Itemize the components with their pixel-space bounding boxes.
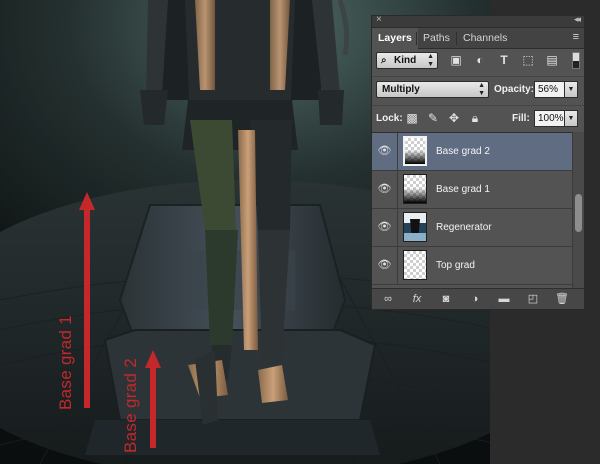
layer-thumbnail xyxy=(403,250,427,280)
layer-name: Base grad 2 xyxy=(436,146,490,157)
link-icon[interactable]: ∞ xyxy=(380,292,396,306)
layers-list: 👁︎ Base grad 2 👁︎ Base grad 1 👁︎ Regener… xyxy=(372,132,572,290)
group-folder-icon[interactable]: ▬ xyxy=(496,292,512,306)
search-icon: ⌕ xyxy=(381,55,387,66)
panel-footer: ∞ fx ◙ ◑ ▬ ◰ 🗑︎ xyxy=(372,288,584,309)
close-icon[interactable]: × xyxy=(376,14,382,25)
panel-titlebar[interactable]: × ◂◂ xyxy=(372,14,584,28)
updown-icon: ▲ ▼ xyxy=(427,53,434,68)
trash-icon[interactable]: 🗑︎ xyxy=(554,292,570,306)
tab-channels[interactable]: Channels xyxy=(457,28,513,48)
layer-thumbnail xyxy=(403,136,427,166)
layer-row-base-grad-1[interactable]: 👁︎ Base grad 1 xyxy=(372,171,572,209)
filter-shape-icon[interactable]: ⬚ xyxy=(520,53,536,68)
lock-all-icon[interactable]: 🔒︎ xyxy=(468,111,482,125)
layer-name: Base grad 1 xyxy=(436,184,490,195)
layer-name: Top grad xyxy=(436,260,475,271)
layers-scrollbar[interactable] xyxy=(572,132,584,289)
lock-transparency-icon[interactable]: ▩ xyxy=(405,111,419,125)
arrow1-shaft xyxy=(84,208,90,408)
layers-panel: × ◂◂ Layers Paths Channels ≡ ⌕ Kind ▲ ▼ ▣… xyxy=(371,14,585,310)
fill-label: Fill: xyxy=(512,113,530,124)
lock-position-icon[interactable]: ✥ xyxy=(447,111,461,125)
arrow2-label: Base grad 2 xyxy=(121,358,140,453)
layer-row-top-grad[interactable]: 👁︎ Top grad xyxy=(372,247,572,285)
lock-brush-icon[interactable]: ✎ xyxy=(426,111,440,125)
adjustment-icon[interactable]: ◑ xyxy=(467,292,483,306)
opacity-label: Opacity: xyxy=(494,84,535,95)
layer-thumbnail xyxy=(403,174,427,204)
arrow1-label: Base grad 1 xyxy=(56,315,75,410)
layer-row-base-grad-2[interactable]: 👁︎ Base grad 2 xyxy=(372,133,572,171)
filter-pixel-icon[interactable]: ▣ xyxy=(448,53,464,68)
fill-input[interactable]: 100% ▼ xyxy=(534,110,578,127)
layer-row-regenerator[interactable]: 👁︎ Regenerator xyxy=(372,209,572,247)
filter-toggle[interactable] xyxy=(572,52,580,69)
mask-icon[interactable]: ◙ xyxy=(438,292,454,306)
visibility-eye-icon[interactable]: 👁︎ xyxy=(372,171,398,208)
panel-menu-icon[interactable]: ≡ xyxy=(573,31,579,43)
opacity-value: 56% xyxy=(538,84,559,95)
blend-mode-select[interactable]: Multiply ▲ ▼ xyxy=(376,81,489,98)
scrollbar-thumb[interactable] xyxy=(575,194,582,232)
collapse-icon[interactable]: ◂◂ xyxy=(574,14,581,25)
updown-icon: ▲ ▼ xyxy=(478,82,485,97)
filter-kind-select[interactable]: ⌕ Kind ▲ ▼ xyxy=(376,52,438,69)
chevron-down-icon[interactable]: ▼ xyxy=(564,81,578,98)
new-layer-icon[interactable]: ◰ xyxy=(525,292,541,306)
visibility-eye-icon[interactable]: 👁︎ xyxy=(372,133,398,170)
blend-row: Multiply ▲ ▼ Opacity: 56% ▼ xyxy=(372,76,584,101)
visibility-eye-icon[interactable]: 👁︎ xyxy=(372,209,398,246)
lock-row: Lock: ▩ ✎ ✥ 🔒︎ Fill: 100% ▼ xyxy=(372,105,584,130)
tab-layers[interactable]: Layers xyxy=(372,28,418,49)
panel-tabs: Layers Paths Channels ≡ xyxy=(372,28,584,49)
layer-filter-row: ⌕ Kind ▲ ▼ ▣ ◐ T ⬚ ▤ xyxy=(372,49,584,75)
filter-smart-object-icon[interactable]: ▤ xyxy=(544,53,560,68)
lock-label: Lock: xyxy=(376,113,403,124)
filter-kind-label: Kind xyxy=(394,55,417,66)
arrow2-shaft xyxy=(150,366,156,448)
chevron-down-icon[interactable]: ▼ xyxy=(564,110,578,127)
fx-icon[interactable]: fx xyxy=(409,292,425,306)
tab-paths[interactable]: Paths xyxy=(417,28,456,48)
filter-adjustment-icon[interactable]: ◐ xyxy=(472,53,488,68)
opacity-input[interactable]: 56% ▼ xyxy=(534,81,578,98)
filter-type-icon[interactable]: T xyxy=(496,53,512,68)
layer-name: Regenerator xyxy=(436,222,492,233)
regenerator-thumb-art xyxy=(404,213,426,241)
fill-value: 100% xyxy=(538,113,564,124)
visibility-eye-icon[interactable]: 👁︎ xyxy=(372,247,398,284)
layer-thumbnail xyxy=(403,212,427,242)
blend-mode-value: Multiply xyxy=(382,84,420,95)
